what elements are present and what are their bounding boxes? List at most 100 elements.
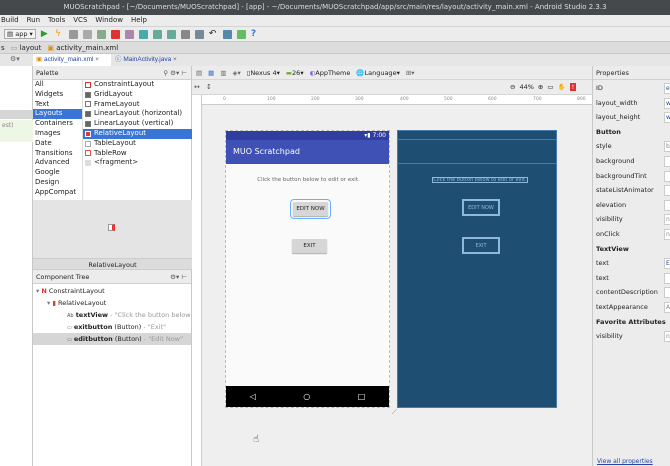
blueprint-view-icon[interactable]: ▦ bbox=[208, 69, 214, 77]
tree-node-exitbutton[interactable]: ▭ exitbutton (Button) - "Exit" bbox=[67, 321, 192, 333]
category-design[interactable]: Design bbox=[33, 178, 82, 188]
breadcrumb-item-layout[interactable]: ▭ layout bbox=[11, 44, 42, 52]
layout-variants-icon[interactable]: ⊞▾ bbox=[406, 69, 415, 77]
property-value-field[interactable] bbox=[664, 287, 670, 298]
category-text[interactable]: Text bbox=[33, 100, 82, 110]
device-dropdown[interactable]: ▯Nexus 4▾ bbox=[247, 69, 280, 77]
expand-arrow-icon[interactable]: ▾ bbox=[36, 287, 39, 295]
profile-icon[interactable] bbox=[83, 30, 92, 39]
category-containers[interactable]: Containers bbox=[33, 119, 82, 129]
palette-item-fragment[interactable]: <fragment> bbox=[83, 158, 192, 168]
category-transitions[interactable]: Transitions bbox=[33, 149, 82, 159]
zoom-fit-icon[interactable]: ▭ bbox=[547, 83, 553, 91]
gear-icon[interactable]: ⚙▾ bbox=[170, 273, 179, 281]
theme-dropdown[interactable]: ◐AppTheme bbox=[310, 69, 351, 77]
pan-vertical-icon[interactable]: ↕ bbox=[206, 83, 212, 91]
blueprint-view[interactable]: Click the button below to edit or exit. … bbox=[397, 130, 557, 408]
lock-icon[interactable] bbox=[181, 30, 190, 39]
tab-main-activity[interactable]: ⓒ MainActivity.java × bbox=[112, 54, 186, 67]
search-icon[interactable]: ⚲ bbox=[163, 69, 168, 77]
debug-icon[interactable] bbox=[69, 30, 78, 39]
menu-vcs[interactable]: VCS bbox=[73, 15, 87, 26]
category-google[interactable]: Google bbox=[33, 168, 82, 178]
tree-node-textview[interactable]: Ab textView - "Click the button below to… bbox=[67, 309, 192, 321]
property-value-field[interactable] bbox=[664, 171, 670, 182]
pan-hand-icon[interactable]: ✋ bbox=[558, 83, 566, 91]
category-all[interactable]: All bbox=[33, 80, 82, 90]
menu-build[interactable]: Build bbox=[1, 15, 19, 26]
gear-icon[interactable]: ⚙▾ bbox=[10, 55, 20, 63]
category-advanced[interactable]: Advanced bbox=[33, 158, 82, 168]
pin-icon[interactable]: ⊢ bbox=[181, 69, 187, 77]
expand-arrow-icon[interactable]: ▾ bbox=[47, 299, 50, 307]
blueprint-textview[interactable]: Click the button below to edit or exit. bbox=[432, 177, 528, 183]
breadcrumb-item-file[interactable]: ▣ activity_main.xml bbox=[47, 44, 118, 52]
warnings-icon[interactable]: ! bbox=[570, 83, 577, 91]
property-value-field[interactable]: no bbox=[664, 214, 670, 225]
pan-horizontal-icon[interactable]: ↔ bbox=[194, 83, 200, 91]
palette-item-gridlayout[interactable]: GridLayout bbox=[83, 90, 192, 100]
palette-item-tablerow[interactable]: TableRow bbox=[83, 149, 192, 159]
property-value-field[interactable]: Ed bbox=[664, 258, 670, 269]
sync-icon[interactable] bbox=[139, 30, 148, 39]
palette-item-linearlayout-vertical[interactable]: LinearLayout (vertical) bbox=[83, 119, 192, 129]
sdk-icon[interactable] bbox=[153, 30, 162, 39]
category-date[interactable]: Date bbox=[33, 139, 82, 149]
instruction-text[interactable]: Click the button below to edit or exit. bbox=[226, 177, 391, 183]
menu-window[interactable]: Window bbox=[95, 15, 123, 26]
property-value-field[interactable]: bu bbox=[664, 141, 670, 152]
property-value-field[interactable] bbox=[664, 200, 670, 211]
edit-now-button[interactable]: EDIT NOW bbox=[293, 202, 328, 216]
palette-item-tablelayout[interactable]: TableLayout bbox=[83, 139, 192, 149]
property-value-field[interactable] bbox=[664, 185, 670, 196]
menu-tools[interactable]: Tools bbox=[48, 15, 65, 26]
palette-item-constraintlayout[interactable]: ConstraintLayout bbox=[83, 80, 192, 90]
design-view-icon[interactable]: ▤ bbox=[196, 69, 202, 77]
property-value-field[interactable]: wr bbox=[664, 98, 670, 109]
category-appcompat[interactable]: AppCompat bbox=[33, 188, 82, 198]
tree-node-editbutton[interactable]: ▭ editbutton (Button) - "Edit Now" bbox=[33, 333, 191, 345]
pin-icon[interactable]: ⊢ bbox=[181, 273, 187, 281]
palette-item-linearlayout-horizontal[interactable]: LinearLayout (horizontal) bbox=[83, 109, 192, 119]
blueprint-edit-button[interactable]: EDIT NOW bbox=[462, 199, 500, 216]
tree-node-relativelayout[interactable]: ▾ ▮ RelativeLayout bbox=[47, 297, 106, 309]
menu-run[interactable]: Run bbox=[27, 15, 40, 26]
project-structure-icon[interactable] bbox=[223, 30, 232, 39]
blueprint-exit-button[interactable]: EXIT bbox=[462, 237, 500, 254]
category-widgets[interactable]: Widgets bbox=[33, 90, 82, 100]
instant-run-icon[interactable]: ϟ bbox=[55, 30, 64, 39]
avd-icon[interactable] bbox=[125, 30, 134, 39]
category-images[interactable]: Images bbox=[33, 129, 82, 139]
zoom-out-icon[interactable]: ⊖ bbox=[510, 83, 515, 91]
zoom-in-icon[interactable]: ⊕ bbox=[538, 83, 543, 91]
run-config-dropdown[interactable]: ▤ app ▾ bbox=[4, 29, 36, 39]
view-all-properties-link[interactable]: View all properties bbox=[597, 458, 653, 465]
property-value-field[interactable]: no bbox=[664, 229, 670, 240]
undo-icon[interactable]: ↶ bbox=[209, 30, 218, 39]
device-monitor-icon[interactable] bbox=[195, 30, 204, 39]
both-view-icon[interactable]: ▥ bbox=[220, 69, 226, 77]
palette-item-framelayout[interactable]: FrameLayout bbox=[83, 100, 192, 110]
sdk-update-icon[interactable] bbox=[167, 30, 176, 39]
android-icon[interactable] bbox=[237, 30, 246, 39]
exit-button[interactable]: EXIT bbox=[292, 239, 327, 253]
orientation-icon[interactable]: ◈▾ bbox=[232, 69, 240, 77]
close-icon[interactable]: × bbox=[95, 56, 99, 63]
property-value-field[interactable]: Ap bbox=[664, 302, 670, 313]
attach-debugger-icon[interactable] bbox=[97, 30, 106, 39]
language-dropdown[interactable]: 🌐Language▾ bbox=[356, 69, 399, 77]
project-tree-snippet[interactable]: est) bbox=[0, 120, 33, 142]
property-value-field[interactable] bbox=[664, 156, 670, 167]
stop-icon[interactable] bbox=[111, 30, 120, 39]
help-icon[interactable]: ? bbox=[251, 29, 256, 39]
property-value-field[interactable]: ed bbox=[664, 83, 670, 94]
run-icon[interactable]: ▶ bbox=[41, 30, 50, 39]
category-layouts[interactable]: Layouts bbox=[33, 109, 82, 119]
close-icon[interactable]: × bbox=[173, 56, 177, 63]
design-preview-phone[interactable]: ▾▮ 7:00 MUO Scratchpad Click the button … bbox=[225, 130, 390, 408]
resize-handle-icon[interactable]: ⟋ bbox=[392, 408, 397, 417]
breadcrumb-item[interactable]: s bbox=[1, 44, 5, 52]
property-value-field[interactable]: wr bbox=[664, 112, 670, 123]
property-value-field[interactable]: no bbox=[664, 331, 670, 342]
palette-item-relativelayout[interactable]: RelativeLayout bbox=[83, 129, 192, 139]
